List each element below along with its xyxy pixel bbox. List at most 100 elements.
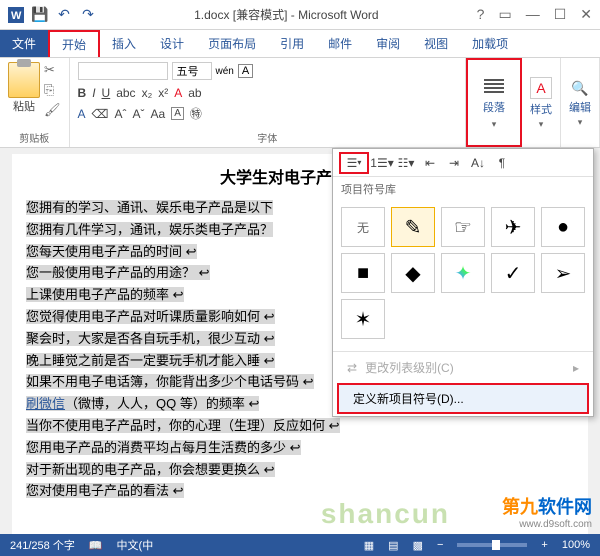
help-icon[interactable]: ? — [477, 6, 485, 23]
edit-label: 编辑 — [569, 99, 591, 115]
doc-line: 聚会时，大家是否各自玩手机，很少互动 ↩ — [26, 331, 275, 346]
window-title: 1.docx [兼容模式] - Microsoft Word — [96, 6, 477, 23]
clear-format-icon[interactable]: ⌫ — [92, 107, 109, 121]
phonetic-icon[interactable]: wén — [216, 66, 234, 77]
bullet-pencil[interactable]: ✎ — [391, 207, 435, 247]
ribbon-opts-icon[interactable]: ▭ — [498, 6, 511, 23]
bullet-diamond[interactable]: ◆ — [391, 253, 435, 293]
paragraph-group[interactable]: 段落 ▾ — [466, 58, 522, 147]
tab-mail[interactable]: 邮件 — [316, 30, 364, 57]
font-size-select[interactable]: 五号 — [172, 62, 212, 80]
close-icon[interactable]: ✕ — [580, 6, 592, 23]
grow-font-icon[interactable]: Aˆ — [115, 107, 127, 121]
underline-button[interactable]: U — [102, 86, 111, 100]
text-effect-icon[interactable]: A — [78, 107, 86, 121]
doc-line: 上课使用电子产品的频率 ↩ — [26, 287, 184, 302]
zoom-slider[interactable] — [457, 543, 527, 547]
sub-button[interactable]: x₂ — [142, 86, 153, 100]
highlight-icon[interactable]: ab — [188, 86, 201, 100]
enclose-char-icon[interactable]: ㊕ — [190, 105, 202, 122]
ribbon-tabs: 文件 开始 插入 设计 页面布局 引用 邮件 审阅 视图 加载项 — [0, 30, 600, 58]
svg-text:W: W — [11, 10, 22, 22]
sort-button[interactable]: A↓ — [467, 153, 489, 173]
bullet-cross[interactable]: ✦ — [441, 253, 485, 293]
cut-icon[interactable]: ✂ — [44, 62, 61, 78]
doc-line: 您对使用电子产品的看法 ↩ — [26, 483, 184, 498]
zoom-out-icon[interactable]: − — [437, 539, 443, 551]
bullet-arrow[interactable]: ➢ — [541, 253, 585, 293]
undo-icon[interactable]: ↶ — [56, 7, 72, 23]
multilevel-button[interactable]: ☷▾ — [395, 153, 417, 173]
clipboard-group: 粘贴 ✂ ⎘ 🖌 剪贴板 — [0, 58, 70, 147]
number-list-button[interactable]: 1☰▾ — [371, 153, 393, 173]
define-new-bullet[interactable]: 定义新项目符号(D)... — [337, 383, 589, 414]
tab-review[interactable]: 审阅 — [364, 30, 412, 57]
status-bar: 241/258 个字 📖 中文(中 ▦ ▤ ▩ − + 100% — [0, 534, 600, 556]
shrink-font-icon[interactable]: Aˇ — [133, 107, 145, 121]
doc-line: 您一般使用电子产品的用途？ ↩ — [26, 265, 210, 280]
tab-home[interactable]: 开始 — [48, 30, 100, 57]
copy-icon[interactable]: ⎘ — [44, 82, 61, 98]
tab-view[interactable]: 视图 — [412, 30, 460, 57]
indent-icon: ⇄ — [347, 361, 357, 375]
show-marks-button[interactable]: ¶ — [491, 153, 513, 173]
dec-indent-button[interactable]: ⇤ — [419, 153, 441, 173]
doc-line: 您拥有的学习、通讯、娱乐电子产品是以下 — [26, 200, 273, 215]
strike-button[interactable]: abc — [116, 86, 135, 100]
chevron-down-icon[interactable]: ▾ — [578, 117, 583, 128]
spell-icon[interactable]: 📖 — [89, 539, 103, 552]
doc-line: 当你不使用电子产品时，你的心理（生理）反应如何 ↩ — [26, 418, 340, 433]
minimize-icon[interactable]: — — [526, 6, 540, 23]
format-painter-icon[interactable]: 🖌 — [44, 102, 61, 118]
bullet-star[interactable]: ✶ — [341, 299, 385, 339]
bullet-disc[interactable]: ● — [541, 207, 585, 247]
language[interactable]: 中文(中 — [117, 537, 154, 553]
font-family-select[interactable] — [78, 62, 168, 80]
save-icon[interactable]: 💾 — [32, 7, 48, 23]
bullet-plane[interactable]: ✈ — [491, 207, 535, 247]
tab-layout[interactable]: 页面布局 — [196, 30, 268, 57]
change-case-icon[interactable]: Aa — [151, 107, 166, 121]
bold-button[interactable]: B — [78, 86, 87, 100]
view-read-icon[interactable]: ▤ — [388, 539, 398, 552]
paste-icon[interactable] — [8, 62, 40, 98]
tab-addins[interactable]: 加载项 — [460, 30, 520, 57]
sup-button[interactable]: x² — [158, 86, 168, 100]
bullet-square[interactable]: ■ — [341, 253, 385, 293]
chevron-down-icon[interactable]: ▾ — [539, 119, 544, 130]
chevron-down-icon[interactable]: ▾ — [492, 119, 497, 130]
zoom-in-icon[interactable]: + — [541, 539, 547, 551]
edit-group[interactable]: 🔍 编辑 ▾ — [561, 58, 600, 147]
doc-line: 您每天使用电子产品的时间 ↩ — [26, 244, 197, 259]
styles-group[interactable]: A 样式 ▾ — [522, 58, 561, 147]
bullet-check[interactable]: ✓ — [491, 253, 535, 293]
font-label: 字体 — [78, 128, 457, 145]
bullet-point[interactable]: ☞ — [441, 207, 485, 247]
view-web-icon[interactable]: ▩ — [413, 539, 423, 552]
word-count[interactable]: 241/258 个字 — [10, 537, 75, 553]
tab-design[interactable]: 设计 — [148, 30, 196, 57]
paste-button[interactable]: 粘贴 — [8, 98, 40, 114]
doc-line: 晚上睡觉之前是否一定要玩手机才能入睡 ↩ — [26, 353, 275, 368]
clipboard-label: 剪贴板 — [8, 128, 61, 145]
font-color-icon[interactable]: A — [174, 86, 182, 100]
maximize-icon[interactable]: ☐ — [554, 6, 567, 23]
tab-refs[interactable]: 引用 — [268, 30, 316, 57]
font-group: 五号 wén A B I U abc x₂ x² A ab A ⌫ Aˆ Aˇ … — [70, 58, 466, 147]
inc-indent-button[interactable]: ⇥ — [443, 153, 465, 173]
italic-button[interactable]: I — [92, 86, 95, 100]
style-icon: A — [530, 77, 552, 99]
tab-file[interactable]: 文件 — [0, 30, 48, 57]
bullet-none[interactable]: 无 — [341, 207, 385, 247]
bullet-list-button[interactable]: ☰▾ — [339, 152, 369, 174]
doc-line: 您觉得使用电子产品对听课质量影响如何 ↩ — [26, 309, 275, 324]
redo-icon[interactable]: ↷ — [80, 7, 96, 23]
char-border-icon[interactable]: A — [238, 64, 253, 78]
doc-line: 刷微信（微博，人人，QQ 等）的频率 ↩ — [26, 396, 259, 411]
char-shading-icon[interactable]: A — [171, 107, 184, 120]
watermark-shancun: shancun — [321, 498, 450, 530]
zoom-level[interactable]: 100% — [562, 539, 590, 551]
find-icon: 🔍 — [571, 80, 588, 97]
view-print-icon[interactable]: ▦ — [364, 539, 374, 552]
tab-insert[interactable]: 插入 — [100, 30, 148, 57]
